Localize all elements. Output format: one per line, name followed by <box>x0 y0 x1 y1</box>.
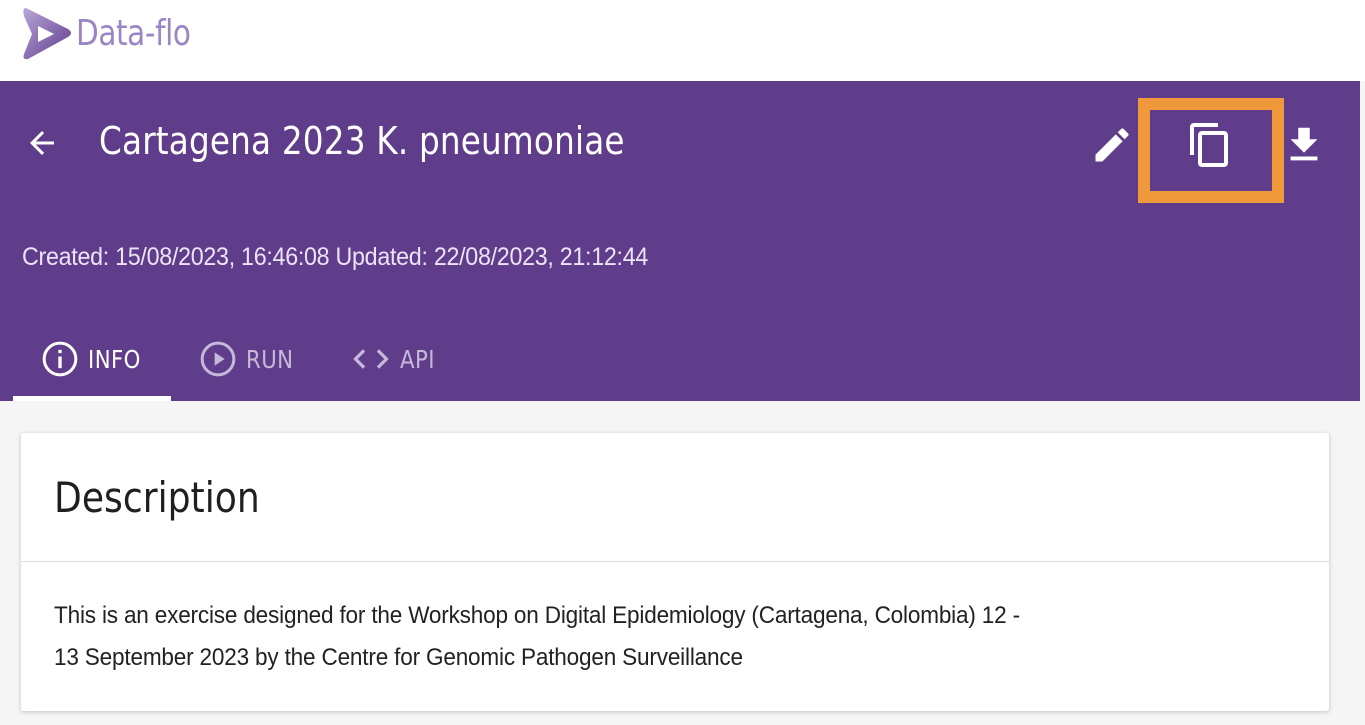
tab-api[interactable]: API <box>350 318 441 400</box>
back-button[interactable] <box>20 121 64 165</box>
card-divider <box>21 561 1329 562</box>
pencil-icon <box>1095 128 1129 162</box>
download-button[interactable] <box>1280 119 1328 171</box>
download-icon <box>1290 127 1318 161</box>
description-line: 13 September 2023 by the Centre for Geno… <box>54 644 743 671</box>
tab-api-label: API <box>400 344 435 374</box>
timestamps: Created: 15/08/2023, 16:46:08 Updated: 2… <box>22 243 649 271</box>
tab-info-label: INFO <box>88 344 141 374</box>
play-circle-icon <box>198 339 238 379</box>
tab-run-label: RUN <box>246 344 294 374</box>
arrow-left-icon <box>30 131 54 155</box>
description-card: Description This is an exercise designed… <box>21 433 1329 711</box>
code-icon <box>350 339 392 379</box>
tab-run[interactable]: RUN <box>198 318 302 400</box>
edit-button[interactable] <box>1088 119 1136 171</box>
tab-info[interactable]: INFO <box>40 318 171 400</box>
logo-text: Data-flo <box>76 12 191 54</box>
app-topbar: Data-flo <box>0 0 1365 81</box>
logo-mark-icon <box>23 8 71 60</box>
card-title: Description <box>54 473 260 522</box>
workflow-header: Cartagena 2023 K. pneumoniae Created: 15… <box>0 81 1360 401</box>
active-tab-indicator <box>13 396 171 401</box>
description-text: This is an exercise designed for the Wor… <box>54 595 1304 679</box>
app-logo[interactable]: Data-flo <box>18 4 216 62</box>
copy-icon <box>1190 123 1228 167</box>
duplicate-button[interactable] <box>1186 119 1234 171</box>
description-line: This is an exercise designed for the Wor… <box>54 602 1020 629</box>
info-circle-icon <box>40 339 80 379</box>
page-title: Cartagena 2023 K. pneumoniae <box>99 119 625 163</box>
